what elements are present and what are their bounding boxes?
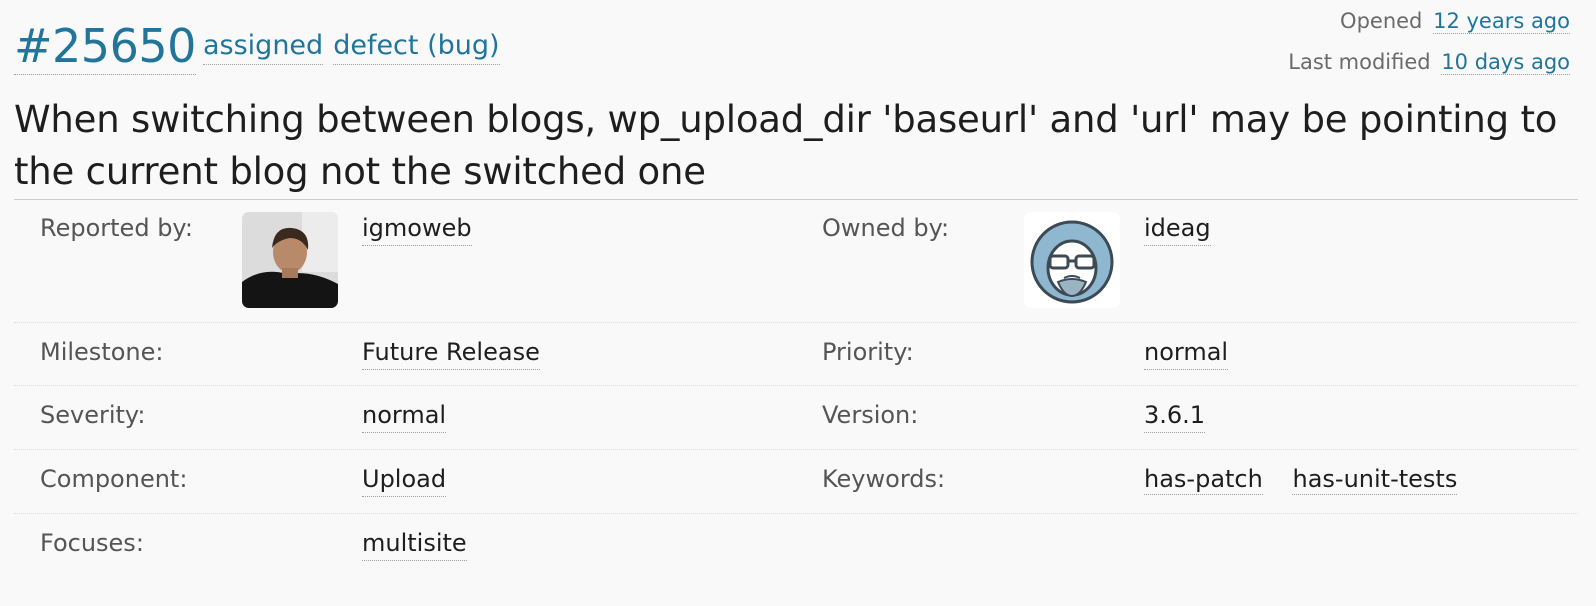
reporter-avatar bbox=[242, 212, 338, 308]
keywords-label: Keywords: bbox=[822, 465, 946, 493]
priority-label: Priority: bbox=[822, 338, 914, 366]
modified-date: Last modified 10 days ago bbox=[1288, 48, 1570, 76]
owned-by-label: Owned by: bbox=[822, 214, 950, 242]
status-link[interactable]: assigned bbox=[203, 28, 324, 65]
property-row-focuses: Focuses: multisite bbox=[14, 513, 1578, 577]
component-link[interactable]: Upload bbox=[362, 463, 447, 497]
severity-link[interactable]: normal bbox=[362, 399, 447, 433]
owner-link[interactable]: ideag bbox=[1144, 212, 1211, 246]
keyword-link[interactable]: has-unit-tests bbox=[1292, 465, 1458, 495]
opened-date: Opened 12 years ago bbox=[1340, 7, 1570, 35]
severity-label: Severity: bbox=[40, 401, 146, 429]
milestone-link[interactable]: Future Release bbox=[362, 336, 540, 370]
ticket-id-link[interactable]: #25650 bbox=[14, 18, 196, 75]
property-row-milestone: Milestone: Future Release Priority: norm… bbox=[14, 322, 1578, 386]
keywords-list: has-patch has-unit-tests bbox=[1144, 463, 1479, 495]
component-label: Component: bbox=[40, 465, 188, 493]
focuses-link[interactable]: multisite bbox=[362, 527, 467, 561]
milestone-label: Milestone: bbox=[40, 338, 164, 366]
reported-by-label: Reported by: bbox=[40, 214, 193, 242]
ticket-summary: When switching between blogs, wp_upload_… bbox=[14, 98, 1558, 193]
modified-timeline-link[interactable]: 10 days ago bbox=[1441, 50, 1570, 75]
property-row-severity: Severity: normal Version: 3.6.1 bbox=[14, 385, 1578, 450]
focuses-label: Focuses: bbox=[40, 529, 144, 557]
ticket-panel: #25650 assigned defect (bug) Opened 12 y… bbox=[0, 0, 1596, 606]
type-link[interactable]: defect (bug) bbox=[333, 28, 500, 65]
property-row-people: Reported by: igmoweb Owned by: ideag bbox=[14, 200, 1578, 323]
reporter-link[interactable]: igmoweb bbox=[362, 212, 472, 246]
property-row-component: Component: Upload Keywords: has-patch ha… bbox=[14, 449, 1578, 514]
owner-avatar bbox=[1024, 212, 1120, 308]
ticket-status: assigned defect (bug) bbox=[203, 28, 500, 65]
opened-timeline-link[interactable]: 12 years ago bbox=[1433, 9, 1570, 34]
modified-label: Last modified bbox=[1288, 50, 1431, 74]
keyword-link[interactable]: has-patch bbox=[1144, 465, 1263, 495]
version-label: Version: bbox=[822, 401, 919, 429]
version-link[interactable]: 3.6.1 bbox=[1144, 399, 1206, 433]
priority-link[interactable]: normal bbox=[1144, 336, 1229, 370]
opened-label: Opened bbox=[1340, 9, 1423, 33]
